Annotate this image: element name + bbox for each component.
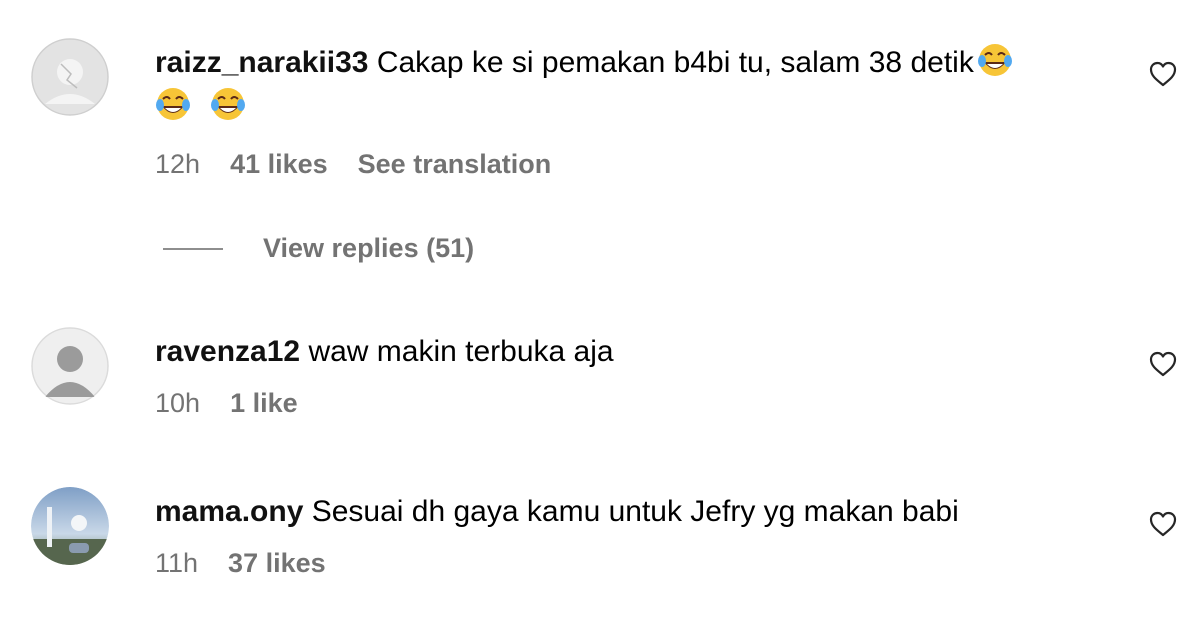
comment-body: Cakap ke si pemakan b4bi tu, salam 38 de… [376,46,974,79]
avatar[interactable] [31,38,109,116]
comment-body: Sesuai dh gaya kamu untuk Jefry yg makan… [311,495,959,528]
comment-text: ravenza12 waw makin terbuka aja [155,330,1115,374]
avatar[interactable] [31,487,109,565]
comment-text: raizz_narakii33 Cakap ke si pemakan b4bi… [155,41,1115,129]
see-translation-link[interactable]: See translation [358,149,552,180]
comment-time[interactable]: 12h [155,149,200,180]
comment-likes[interactable]: 1 like [230,388,298,419]
view-replies-label: View replies (51) [263,233,475,263]
comment-username[interactable]: mama.ony [155,495,303,528]
replies-divider [163,247,223,250]
comment-username[interactable]: ravenza12 [155,335,300,368]
heart-icon[interactable] [1147,348,1179,380]
broken-image-avatar-icon [31,38,109,116]
comment-username[interactable]: raizz_narakii33 [155,46,368,79]
heart-icon[interactable] [1147,508,1179,540]
comment-likes[interactable]: 41 likes [230,149,328,180]
avatar[interactable] [31,327,109,405]
face-with-tears-of-joy-icon [977,44,1012,76]
view-replies-button[interactable]: View replies (51) [163,233,474,264]
comment-meta: 11h 37 likes [155,548,1115,579]
comment-body: waw makin terbuka aja [308,335,614,368]
comment-meta: 10h 1 like [155,388,1115,419]
comment-time[interactable]: 11h [155,548,198,579]
heart-icon[interactable] [1147,58,1179,90]
comment-likes[interactable]: 37 likes [228,548,326,579]
comment-meta: 12h 41 likes See translation [155,149,1115,180]
comment-text: mama.ony Sesuai dh gaya kamu untuk Jefry… [155,490,1115,534]
face-with-tears-of-joy-icon [211,88,246,120]
default-user-avatar-icon [31,327,109,405]
photo-avatar-icon [31,487,109,565]
comment-time[interactable]: 10h [155,388,200,419]
face-with-tears-of-joy-icon [156,88,190,120]
